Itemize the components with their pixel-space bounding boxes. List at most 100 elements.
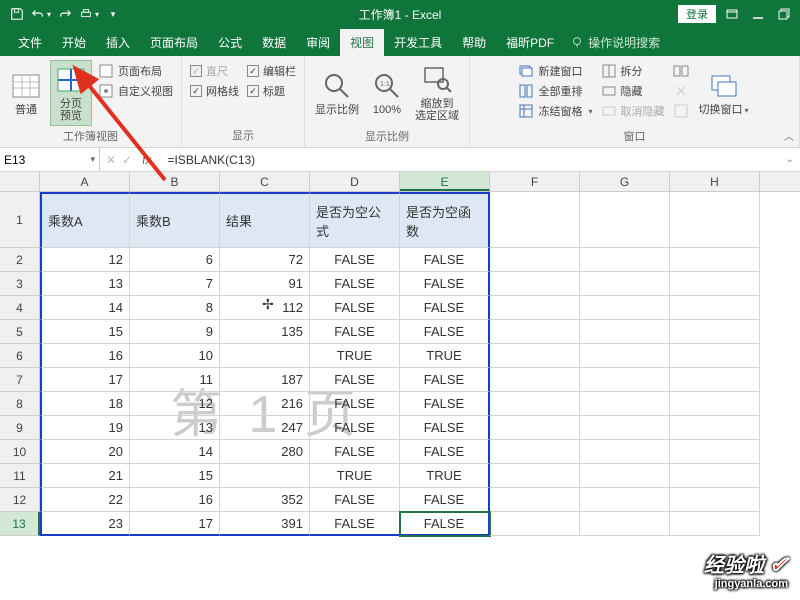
cell[interactable]: FALSE xyxy=(310,248,400,272)
redo-icon[interactable] xyxy=(54,3,76,25)
menu-data[interactable]: 数据 xyxy=(252,29,296,56)
cell[interactable] xyxy=(490,248,580,272)
zoom-selection-button[interactable]: 缩放到 选定区域 xyxy=(411,60,463,126)
cell[interactable] xyxy=(220,464,310,488)
row-header[interactable]: 11 xyxy=(0,464,40,488)
cell[interactable]: 22 xyxy=(40,488,130,512)
cell[interactable] xyxy=(490,440,580,464)
cell[interactable] xyxy=(670,344,760,368)
cell[interactable]: FALSE xyxy=(400,272,490,296)
header-b[interactable]: 乘数B xyxy=(130,192,220,248)
cell[interactable]: 91 xyxy=(220,272,310,296)
menu-review[interactable]: 审阅 xyxy=(296,29,340,56)
new-window-button[interactable]: 新建窗口 xyxy=(516,62,594,80)
cell[interactable]: 16 xyxy=(130,488,220,512)
save-icon[interactable] xyxy=(6,3,28,25)
cell[interactable] xyxy=(580,512,670,536)
cell[interactable]: 17 xyxy=(40,368,130,392)
cell[interactable]: 72 xyxy=(220,248,310,272)
cell[interactable] xyxy=(670,368,760,392)
cell[interactable] xyxy=(490,512,580,536)
cell[interactable]: FALSE xyxy=(310,368,400,392)
custom-views-button[interactable]: 自定义视图 xyxy=(96,82,175,100)
cell[interactable]: FALSE xyxy=(310,320,400,344)
page-layout-button[interactable]: 页面布局 xyxy=(96,62,175,80)
cell[interactable] xyxy=(490,344,580,368)
header-e[interactable]: 是否为空函数 xyxy=(400,192,490,248)
enter-formula-icon[interactable]: ✓ xyxy=(122,153,132,167)
col-header-e[interactable]: E xyxy=(400,172,490,191)
row-header[interactable]: 10 xyxy=(0,440,40,464)
gridlines-checkbox[interactable]: ✓网格线 xyxy=(188,82,241,100)
row-header[interactable]: 4 xyxy=(0,296,40,320)
cell[interactable]: 15 xyxy=(40,320,130,344)
name-box-dropdown-icon[interactable]: ▾ xyxy=(90,154,95,165)
menu-dev[interactable]: 开发工具 xyxy=(384,29,452,56)
normal-view-button[interactable]: 普通 xyxy=(6,60,46,126)
menu-home[interactable]: 开始 xyxy=(52,29,96,56)
row-header[interactable]: 7 xyxy=(0,368,40,392)
cell[interactable] xyxy=(580,488,670,512)
cell[interactable] xyxy=(670,440,760,464)
cell[interactable]: 15 xyxy=(130,464,220,488)
cell[interactable]: FALSE xyxy=(400,440,490,464)
row-header[interactable]: 6 xyxy=(0,344,40,368)
cell[interactable]: FALSE xyxy=(310,296,400,320)
cell[interactable] xyxy=(580,320,670,344)
row-header[interactable]: 8 xyxy=(0,392,40,416)
cell[interactable] xyxy=(490,488,580,512)
cell[interactable]: FALSE xyxy=(400,368,490,392)
cell[interactable] xyxy=(580,368,670,392)
reset-window-icon[interactable] xyxy=(671,102,691,120)
cell[interactable]: TRUE xyxy=(310,344,400,368)
col-header-d[interactable]: D xyxy=(310,172,400,191)
tell-me-search[interactable]: 操作说明搜索 xyxy=(570,34,660,51)
col-header-a[interactable]: A xyxy=(40,172,130,191)
cell[interactable] xyxy=(580,344,670,368)
cell[interactable] xyxy=(490,392,580,416)
cell[interactable]: FALSE xyxy=(310,488,400,512)
minimize-icon[interactable] xyxy=(748,4,768,24)
cell[interactable]: FALSE xyxy=(310,440,400,464)
zoom-100-button[interactable]: 1:1 100% xyxy=(367,60,407,126)
ribbon-options-icon[interactable] xyxy=(722,4,742,24)
formula-bar[interactable]: =ISBLANK(C13) xyxy=(161,153,779,167)
cell[interactable]: 18 xyxy=(40,392,130,416)
col-header-h[interactable]: H xyxy=(670,172,760,191)
cell[interactable]: FALSE xyxy=(400,248,490,272)
split-button[interactable]: 拆分 xyxy=(599,62,667,80)
col-header-c[interactable]: C xyxy=(220,172,310,191)
cell[interactable]: FALSE xyxy=(310,512,400,536)
row-header[interactable]: 3 xyxy=(0,272,40,296)
quickprint-icon[interactable]: ▾ xyxy=(78,3,100,25)
cell[interactable]: 13 xyxy=(130,416,220,440)
cell[interactable]: 187 xyxy=(220,368,310,392)
header-a[interactable]: 乘数A xyxy=(40,192,130,248)
row-header-1[interactable]: 1 xyxy=(0,192,40,248)
cell[interactable]: 7 xyxy=(130,272,220,296)
cell[interactable]: FALSE xyxy=(400,488,490,512)
cell[interactable] xyxy=(490,272,580,296)
formulabar-checkbox[interactable]: ✓编辑栏 xyxy=(245,62,298,80)
cell[interactable] xyxy=(490,296,580,320)
cell[interactable] xyxy=(580,416,670,440)
fx-icon[interactable]: fx xyxy=(138,153,155,167)
cell[interactable]: 216 xyxy=(220,392,310,416)
cell[interactable]: 10 xyxy=(130,344,220,368)
cell[interactable]: FALSE xyxy=(400,512,490,536)
cell[interactable] xyxy=(670,416,760,440)
cell[interactable]: 280 xyxy=(220,440,310,464)
pagebreak-preview-button[interactable]: 分页 预览 xyxy=(50,60,92,126)
cell[interactable] xyxy=(580,440,670,464)
switch-windows-button[interactable]: 切换窗口▾ xyxy=(695,60,753,126)
cell[interactable] xyxy=(670,488,760,512)
cell[interactable] xyxy=(670,272,760,296)
menu-pagelayout[interactable]: 页面布局 xyxy=(140,29,208,56)
cell[interactable] xyxy=(580,248,670,272)
cell[interactable] xyxy=(220,344,310,368)
header-d[interactable]: 是否为空公式 xyxy=(310,192,400,248)
menu-formulas[interactable]: 公式 xyxy=(208,29,252,56)
cancel-formula-icon[interactable]: ✕ xyxy=(106,153,116,167)
hide-button[interactable]: 隐藏 xyxy=(599,82,667,100)
menu-help[interactable]: 帮助 xyxy=(452,29,496,56)
